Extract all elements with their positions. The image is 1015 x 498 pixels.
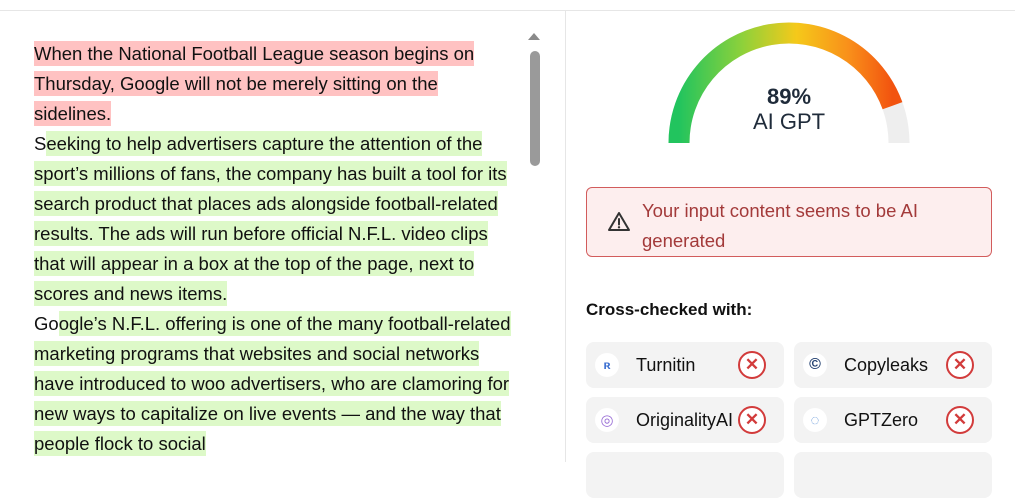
warning-icon	[608, 212, 630, 231]
service-name: OriginalityAI	[636, 410, 734, 430]
ai-score-percent: 89%	[766, 84, 812, 109]
plain-text: S	[34, 133, 47, 154]
ai-alert-text: Your input content seems to be AI genera…	[642, 200, 918, 251]
text-paragraph: Seeking to help advertisers capture the …	[34, 129, 520, 309]
scrollbar-thumb[interactable]	[530, 51, 540, 166]
copyleaks-icon: ©	[803, 353, 827, 377]
plain-text: Go	[34, 313, 59, 334]
ai-highlighted-text: When the National Football League season…	[34, 41, 475, 126]
human-highlighted-text: ogle’s N.F.L. offering is one of the man…	[34, 311, 511, 456]
turnitin-icon: ʀ	[595, 353, 619, 377]
text-panel[interactable]: When the National Football League season…	[0, 11, 566, 462]
ai-score-label: AI GPT	[752, 109, 826, 134]
fail-x-icon: ✕	[946, 351, 974, 379]
crosscheck-copyleaks[interactable]: © Copyleaks ✕	[794, 342, 992, 388]
ai-alert-box: Your input content seems to be AI genera…	[586, 187, 992, 257]
service-name: Turnitin	[636, 355, 696, 375]
crosscheck-turnitin[interactable]: ʀ Turnitin ✕	[586, 342, 784, 388]
human-highlighted-text: eeking to help advertisers capture the a…	[34, 131, 507, 306]
scroll-up-arrow-icon[interactable]	[528, 33, 540, 40]
text-paragraph: Google’s N.F.L. offering is one of the m…	[34, 309, 520, 459]
top-border	[0, 0, 1015, 11]
analyzed-text[interactable]: When the National Football League season…	[34, 39, 520, 459]
text-paragraph: When the National Football League season…	[34, 39, 520, 129]
crosscheck-title: Cross-checked with:	[586, 300, 753, 319]
fail-x-icon: ✕	[738, 406, 766, 434]
crosscheck-card-partial[interactable]	[586, 452, 784, 498]
crosscheck-card-partial[interactable]	[794, 452, 992, 498]
results-panel: 89% AI GPT Your input content seems to b…	[566, 11, 1015, 498]
crosscheck-gptzero[interactable]: ◌ GPTZero ✕	[794, 397, 992, 443]
crosscheck-originalityai[interactable]: ◎ OriginalityAI ✕	[586, 397, 784, 443]
service-name: GPTZero	[844, 410, 919, 430]
fail-x-icon: ✕	[738, 351, 766, 379]
fail-x-icon: ✕	[946, 406, 974, 434]
ai-score-gauge: 89% AI GPT	[664, 11, 914, 161]
originality-icon: ◎	[595, 408, 619, 432]
service-name: Copyleaks	[844, 355, 929, 375]
gptzero-icon: ◌	[803, 408, 827, 432]
